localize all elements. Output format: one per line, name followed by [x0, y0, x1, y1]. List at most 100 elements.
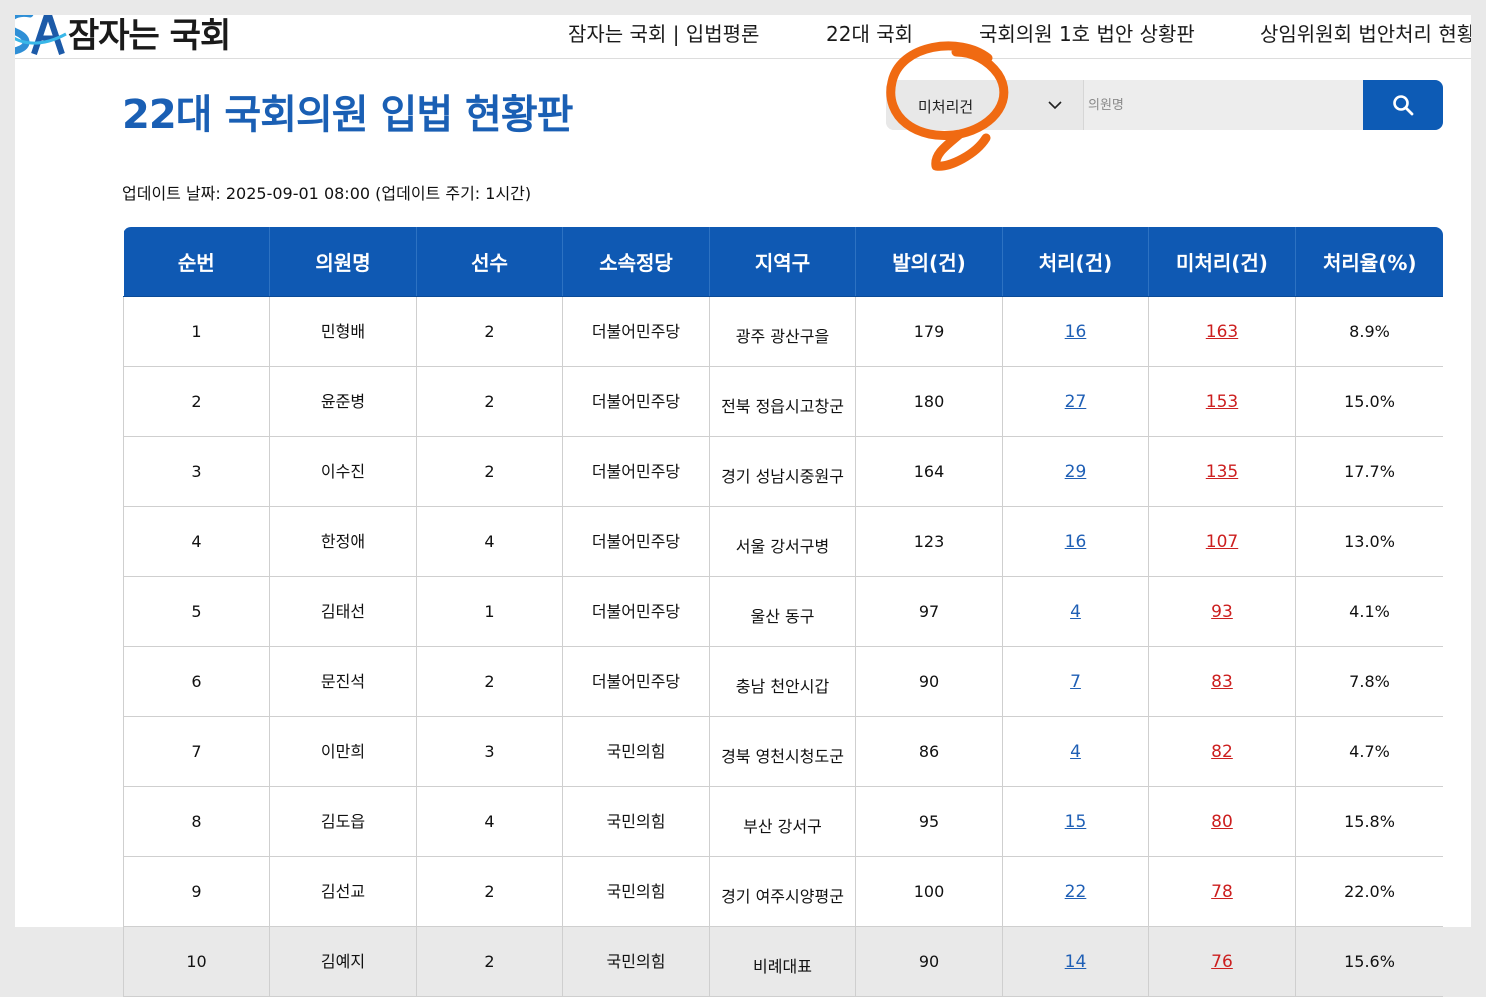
- cell-member-name: 김선교: [269, 856, 417, 927]
- cell-member-name: 윤준병: [269, 366, 417, 437]
- cell-pending: 82: [1148, 716, 1296, 787]
- cell-terms: 4: [416, 786, 563, 857]
- cell-rank: 9: [123, 856, 270, 927]
- cell-proposed: 90: [855, 646, 1003, 717]
- pending-count-link[interactable]: 78: [1211, 882, 1233, 902]
- cell-proposed: 90: [855, 926, 1003, 997]
- status-filter-select[interactable]: 미처리건: [886, 80, 1082, 130]
- nav-item-committee[interactable]: 상임위원회 법안처리 현황: [1260, 18, 1471, 47]
- cell-terms: 4: [416, 506, 563, 577]
- update-info: 업데이트 날짜: 2025-09-01 08:00 (업데이트 주기: 1시간): [122, 184, 532, 203]
- cell-member-name: 한정애: [269, 506, 417, 577]
- cell-processed: 16: [1002, 296, 1149, 367]
- pending-count-link[interactable]: 107: [1206, 532, 1238, 552]
- cell-party: 더불어민주당: [562, 366, 710, 437]
- cell-member-name: 이수진: [269, 436, 417, 507]
- table-row: 5 김태선 1 더불어민주당 울산 동구 97 4 93 4.1%: [123, 576, 1443, 647]
- pending-count-link[interactable]: 163: [1206, 322, 1238, 342]
- cell-member-name: 김도읍: [269, 786, 417, 857]
- cell-rate: 4.1%: [1295, 576, 1443, 647]
- col-header-terms[interactable]: 선수: [416, 227, 563, 297]
- processed-count-link[interactable]: 27: [1065, 392, 1087, 412]
- member-search-box: [1083, 80, 1364, 130]
- cell-pending: 80: [1148, 786, 1296, 857]
- search-button[interactable]: [1363, 80, 1443, 130]
- legislation-table: 순번 의원명 선수 소속정당 지역구 발의(건) 처리(건) 미처리(건) 처리…: [123, 227, 1443, 997]
- table-row: 4 한정애 4 더불어민주당 서울 강서구병 123 16 107 13.0%: [123, 506, 1443, 577]
- processed-count-link[interactable]: 16: [1065, 532, 1087, 552]
- processed-count-link[interactable]: 22: [1065, 882, 1087, 902]
- cell-rank: 1: [123, 296, 270, 367]
- cell-region: 울산 동구: [709, 576, 856, 647]
- cell-pending: 107: [1148, 506, 1296, 577]
- processed-count-link[interactable]: 4: [1070, 742, 1081, 762]
- col-header-rate[interactable]: 처리율(%): [1295, 227, 1443, 297]
- cell-proposed: 164: [855, 436, 1003, 507]
- cell-rate: 7.8%: [1295, 646, 1443, 717]
- col-header-region[interactable]: 지역구: [709, 227, 856, 297]
- cell-terms: 3: [416, 716, 563, 787]
- cell-pending: 78: [1148, 856, 1296, 927]
- cell-party: 더불어민주당: [562, 506, 710, 577]
- cell-terms: 2: [416, 926, 563, 997]
- pending-count-link[interactable]: 76: [1211, 952, 1233, 972]
- table-header-row: 순번 의원명 선수 소속정당 지역구 발의(건) 처리(건) 미처리(건) 처리…: [123, 227, 1443, 297]
- cell-region: 광주 광산구을: [709, 296, 856, 367]
- cell-rate: 4.7%: [1295, 716, 1443, 787]
- table-row: 2 윤준병 2 더불어민주당 전북 정읍시고창군 180 27 153 15.0%: [123, 366, 1443, 437]
- cell-terms: 2: [416, 856, 563, 927]
- nav-item-first-bill[interactable]: 국회의원 1호 법안 상황판: [979, 18, 1195, 47]
- cell-pending: 153: [1148, 366, 1296, 437]
- processed-count-link[interactable]: 29: [1065, 462, 1087, 482]
- main-nav: 잠자는 국회 | 입법평론 22대 국회 국회의원 1호 법안 상황판 상임위원…: [15, 18, 1471, 48]
- cell-rank: 8: [123, 786, 270, 857]
- cell-pending: 163: [1148, 296, 1296, 367]
- cell-party: 더불어민주당: [562, 646, 710, 717]
- cell-region: 전북 정읍시고창군: [709, 366, 856, 437]
- search-bar: 미처리건: [886, 80, 1443, 130]
- cell-processed: 4: [1002, 576, 1149, 647]
- pending-count-link[interactable]: 153: [1206, 392, 1238, 412]
- cell-region: 부산 강서구: [709, 786, 856, 857]
- member-search-input[interactable]: [1084, 80, 1364, 130]
- col-header-party[interactable]: 소속정당: [562, 227, 710, 297]
- cell-proposed: 180: [855, 366, 1003, 437]
- cell-member-name: 이만희: [269, 716, 417, 787]
- cell-pending: 93: [1148, 576, 1296, 647]
- cell-proposed: 97: [855, 576, 1003, 647]
- cell-rate: 17.7%: [1295, 436, 1443, 507]
- pending-count-link[interactable]: 80: [1211, 812, 1233, 832]
- cell-rank: 7: [123, 716, 270, 787]
- col-header-rank[interactable]: 순번: [123, 227, 270, 297]
- cell-processed: 29: [1002, 436, 1149, 507]
- processed-count-link[interactable]: 7: [1070, 672, 1081, 692]
- cell-rank: 10: [123, 926, 270, 997]
- processed-count-link[interactable]: 15: [1065, 812, 1087, 832]
- cell-party: 국민의힘: [562, 716, 710, 787]
- cell-region: 충남 천안시갑: [709, 646, 856, 717]
- cell-member-name: 문진석: [269, 646, 417, 717]
- cell-rank: 4: [123, 506, 270, 577]
- page-title: 22대 국회의원 입법 현황판: [122, 92, 573, 138]
- cell-proposed: 86: [855, 716, 1003, 787]
- cell-rank: 3: [123, 436, 270, 507]
- nav-item-22nd-assembly[interactable]: 22대 국회: [826, 18, 913, 47]
- col-header-processed[interactable]: 처리(건): [1002, 227, 1149, 297]
- cell-region: 비례대표: [709, 926, 856, 997]
- cell-proposed: 95: [855, 786, 1003, 857]
- nav-item-review[interactable]: 잠자는 국회 | 입법평론: [568, 18, 759, 47]
- col-header-name[interactable]: 의원명: [269, 227, 417, 297]
- status-filter-value: 미처리건: [918, 98, 974, 116]
- processed-count-link[interactable]: 14: [1065, 952, 1087, 972]
- cell-party: 더불어민주당: [562, 436, 710, 507]
- pending-count-link[interactable]: 93: [1211, 602, 1233, 622]
- pending-count-link[interactable]: 83: [1211, 672, 1233, 692]
- cell-rate: 15.6%: [1295, 926, 1443, 997]
- processed-count-link[interactable]: 16: [1065, 322, 1087, 342]
- processed-count-link[interactable]: 4: [1070, 602, 1081, 622]
- pending-count-link[interactable]: 82: [1211, 742, 1233, 762]
- pending-count-link[interactable]: 135: [1206, 462, 1238, 482]
- col-header-proposed[interactable]: 발의(건): [855, 227, 1003, 297]
- chevron-down-icon: [1048, 101, 1062, 110]
- col-header-pending[interactable]: 미처리(건): [1148, 227, 1296, 297]
